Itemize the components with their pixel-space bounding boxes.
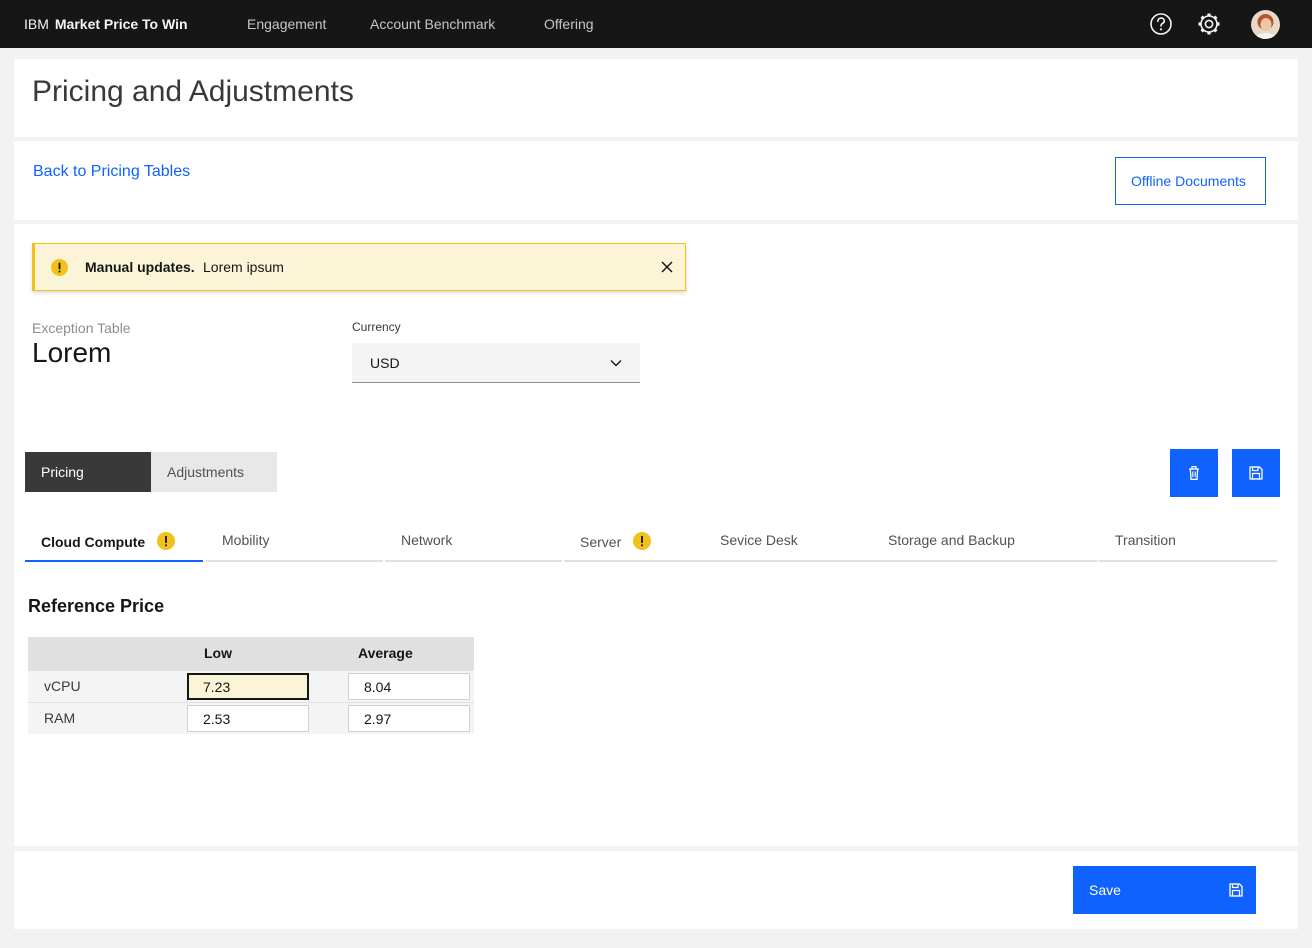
tab-label: Network (401, 532, 453, 548)
main-panel: Manual updates. Lorem ipsum Exception Ta… (14, 224, 1298, 846)
brand-prefix: IBM (24, 16, 49, 32)
notification-title: Manual updates. (85, 259, 195, 275)
settings-icon[interactable] (1195, 10, 1223, 38)
tab-mobility[interactable]: Mobility (206, 532, 383, 562)
ram-low-input[interactable]: 2.53 (187, 705, 309, 732)
tab-server[interactable]: Server (564, 532, 704, 562)
chevron-down-icon (610, 360, 622, 367)
notification-subtitle: Lorem ipsum (203, 259, 284, 275)
row-label: vCPU (44, 678, 81, 694)
title-panel: Pricing and Adjustments (14, 59, 1298, 137)
reference-price-table: Low Average vCPU 7.23 8.04 RAM 2.53 2.97 (28, 637, 474, 734)
vcpu-average-input[interactable]: 8.04 (348, 673, 470, 700)
offline-documents-button[interactable]: Offline Documents (1115, 157, 1266, 205)
currency-label: Currency (352, 320, 401, 334)
brand-name: Market Price To Win (54, 16, 188, 32)
save-button[interactable]: Save (1073, 866, 1256, 914)
tab-label: Cloud Compute (41, 534, 146, 550)
nav-engagement[interactable]: Engagement (247, 15, 326, 33)
column-header-average: Average (358, 645, 413, 661)
row-label: RAM (44, 710, 76, 726)
tab-storage-and-backup[interactable]: Storage and Backup (872, 532, 1098, 562)
tab-label: Transition (1115, 532, 1176, 548)
help-icon[interactable] (1147, 10, 1175, 38)
back-to-pricing-tables-link[interactable]: Back to Pricing Tables (33, 163, 190, 181)
save-table-button[interactable] (1232, 449, 1280, 497)
save-icon (1249, 466, 1263, 480)
page-title: Pricing and Adjustments (32, 75, 354, 108)
ram-average-input[interactable]: 2.97 (348, 705, 470, 732)
warning-icon (633, 532, 652, 550)
currency-selected-value: USD (370, 355, 400, 371)
top-header: IBM Market Price To Win Engagement Accoun… (0, 0, 1312, 48)
table-row: RAM 2.53 2.97 (28, 702, 474, 734)
delete-icon (1189, 466, 1199, 480)
table-header: Low Average (28, 637, 474, 670)
warning-icon (157, 532, 176, 550)
warning-icon (51, 259, 68, 276)
column-header-low: Low (204, 645, 232, 661)
warning-notification: Manual updates. Lorem ipsum (32, 243, 686, 291)
tab-label: Mobility (222, 532, 270, 548)
tab-network[interactable]: Network (385, 532, 562, 562)
nav-account-benchmark[interactable]: Account Benchmark (370, 15, 495, 33)
reference-price-title: Reference Price (28, 596, 165, 616)
close-icon[interactable] (659, 259, 675, 275)
tab-label: Server (580, 534, 622, 550)
nav-offering[interactable]: Offering (544, 15, 594, 33)
delete-button[interactable] (1170, 449, 1218, 497)
table-row: vCPU 7.23 8.04 (28, 670, 474, 702)
navigation-panel: Back to Pricing Tables Offline Documents (14, 141, 1298, 220)
tab-service-desk[interactable]: Sevice Desk (704, 532, 872, 562)
tab-label: Sevice Desk (720, 532, 798, 548)
user-avatar[interactable] (1251, 10, 1280, 39)
vcpu-low-input[interactable]: 7.23 (187, 673, 309, 700)
exception-table-label: Exception Table (32, 320, 131, 336)
save-icon (1229, 883, 1243, 897)
switcher-adjustments[interactable]: Adjustments (151, 452, 277, 492)
tab-label: Storage and Backup (888, 532, 1015, 548)
tab-transition[interactable]: Transition (1099, 532, 1277, 562)
footer-panel: Save (14, 851, 1298, 929)
currency-dropdown[interactable]: USD (352, 343, 640, 383)
brand[interactable]: IBM Market Price To Win (24, 15, 188, 33)
save-button-label: Save (1089, 882, 1121, 898)
tab-cloud-compute[interactable]: Cloud Compute (25, 532, 203, 562)
exception-table-value: Lorem (32, 337, 112, 368)
switcher-pricing[interactable]: Pricing (25, 452, 151, 492)
